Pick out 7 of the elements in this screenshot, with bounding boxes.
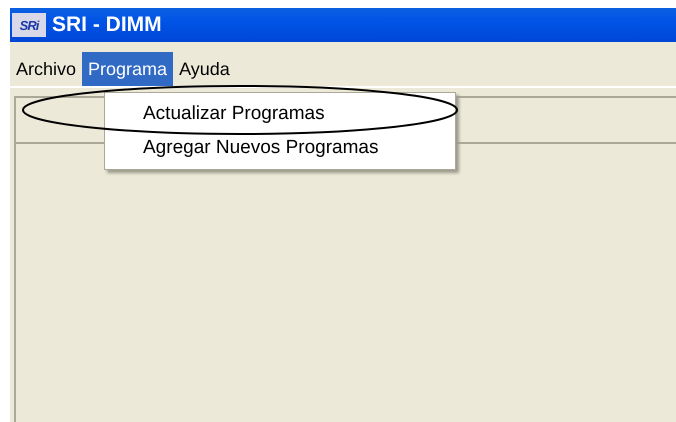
app-logo: SRi — [12, 13, 46, 37]
menu-item[interactable]: Archivo — [10, 52, 82, 86]
window-title: SRI - DIMM — [52, 13, 162, 37]
dropdown-item[interactable]: Actualizar Programas — [105, 97, 455, 131]
dropdown-item[interactable]: Agregar Nuevos Programas — [105, 131, 455, 165]
menu-item[interactable]: Ayuda — [173, 52, 236, 86]
menu-item[interactable]: Programa — [82, 52, 174, 86]
